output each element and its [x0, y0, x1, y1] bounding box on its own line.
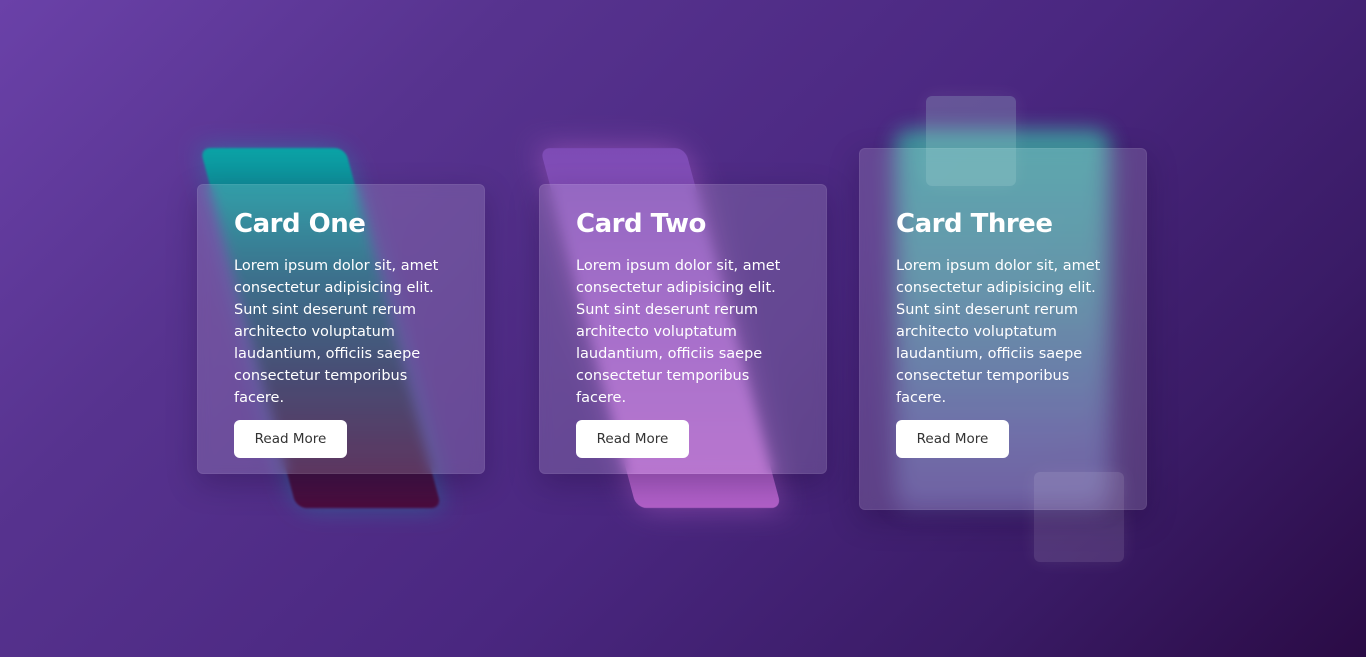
card-description: Lorem ipsum dolor sit, amet consectetur …: [576, 258, 781, 406]
page-background: Card One Lorem ipsum dolor sit, amet con…: [0, 0, 1366, 657]
card-title: Card Three: [896, 209, 1053, 239]
card-title: Card One: [234, 209, 366, 239]
card-three: Card Three Lorem ipsum dolor sit, amet c…: [859, 148, 1147, 510]
read-more-button[interactable]: Read More: [896, 420, 1009, 458]
decorative-square-bottom: [1034, 472, 1124, 562]
decorative-square-top: [926, 96, 1016, 186]
card-title: Card Two: [576, 209, 706, 239]
card-description: Lorem ipsum dolor sit, amet consectetur …: [896, 258, 1101, 406]
card-description: Lorem ipsum dolor sit, amet consectetur …: [234, 258, 439, 406]
read-more-button[interactable]: Read More: [576, 420, 689, 458]
card-two: Card Two Lorem ipsum dolor sit, amet con…: [539, 184, 827, 474]
card-one: Card One Lorem ipsum dolor sit, amet con…: [197, 184, 485, 474]
read-more-button[interactable]: Read More: [234, 420, 347, 458]
